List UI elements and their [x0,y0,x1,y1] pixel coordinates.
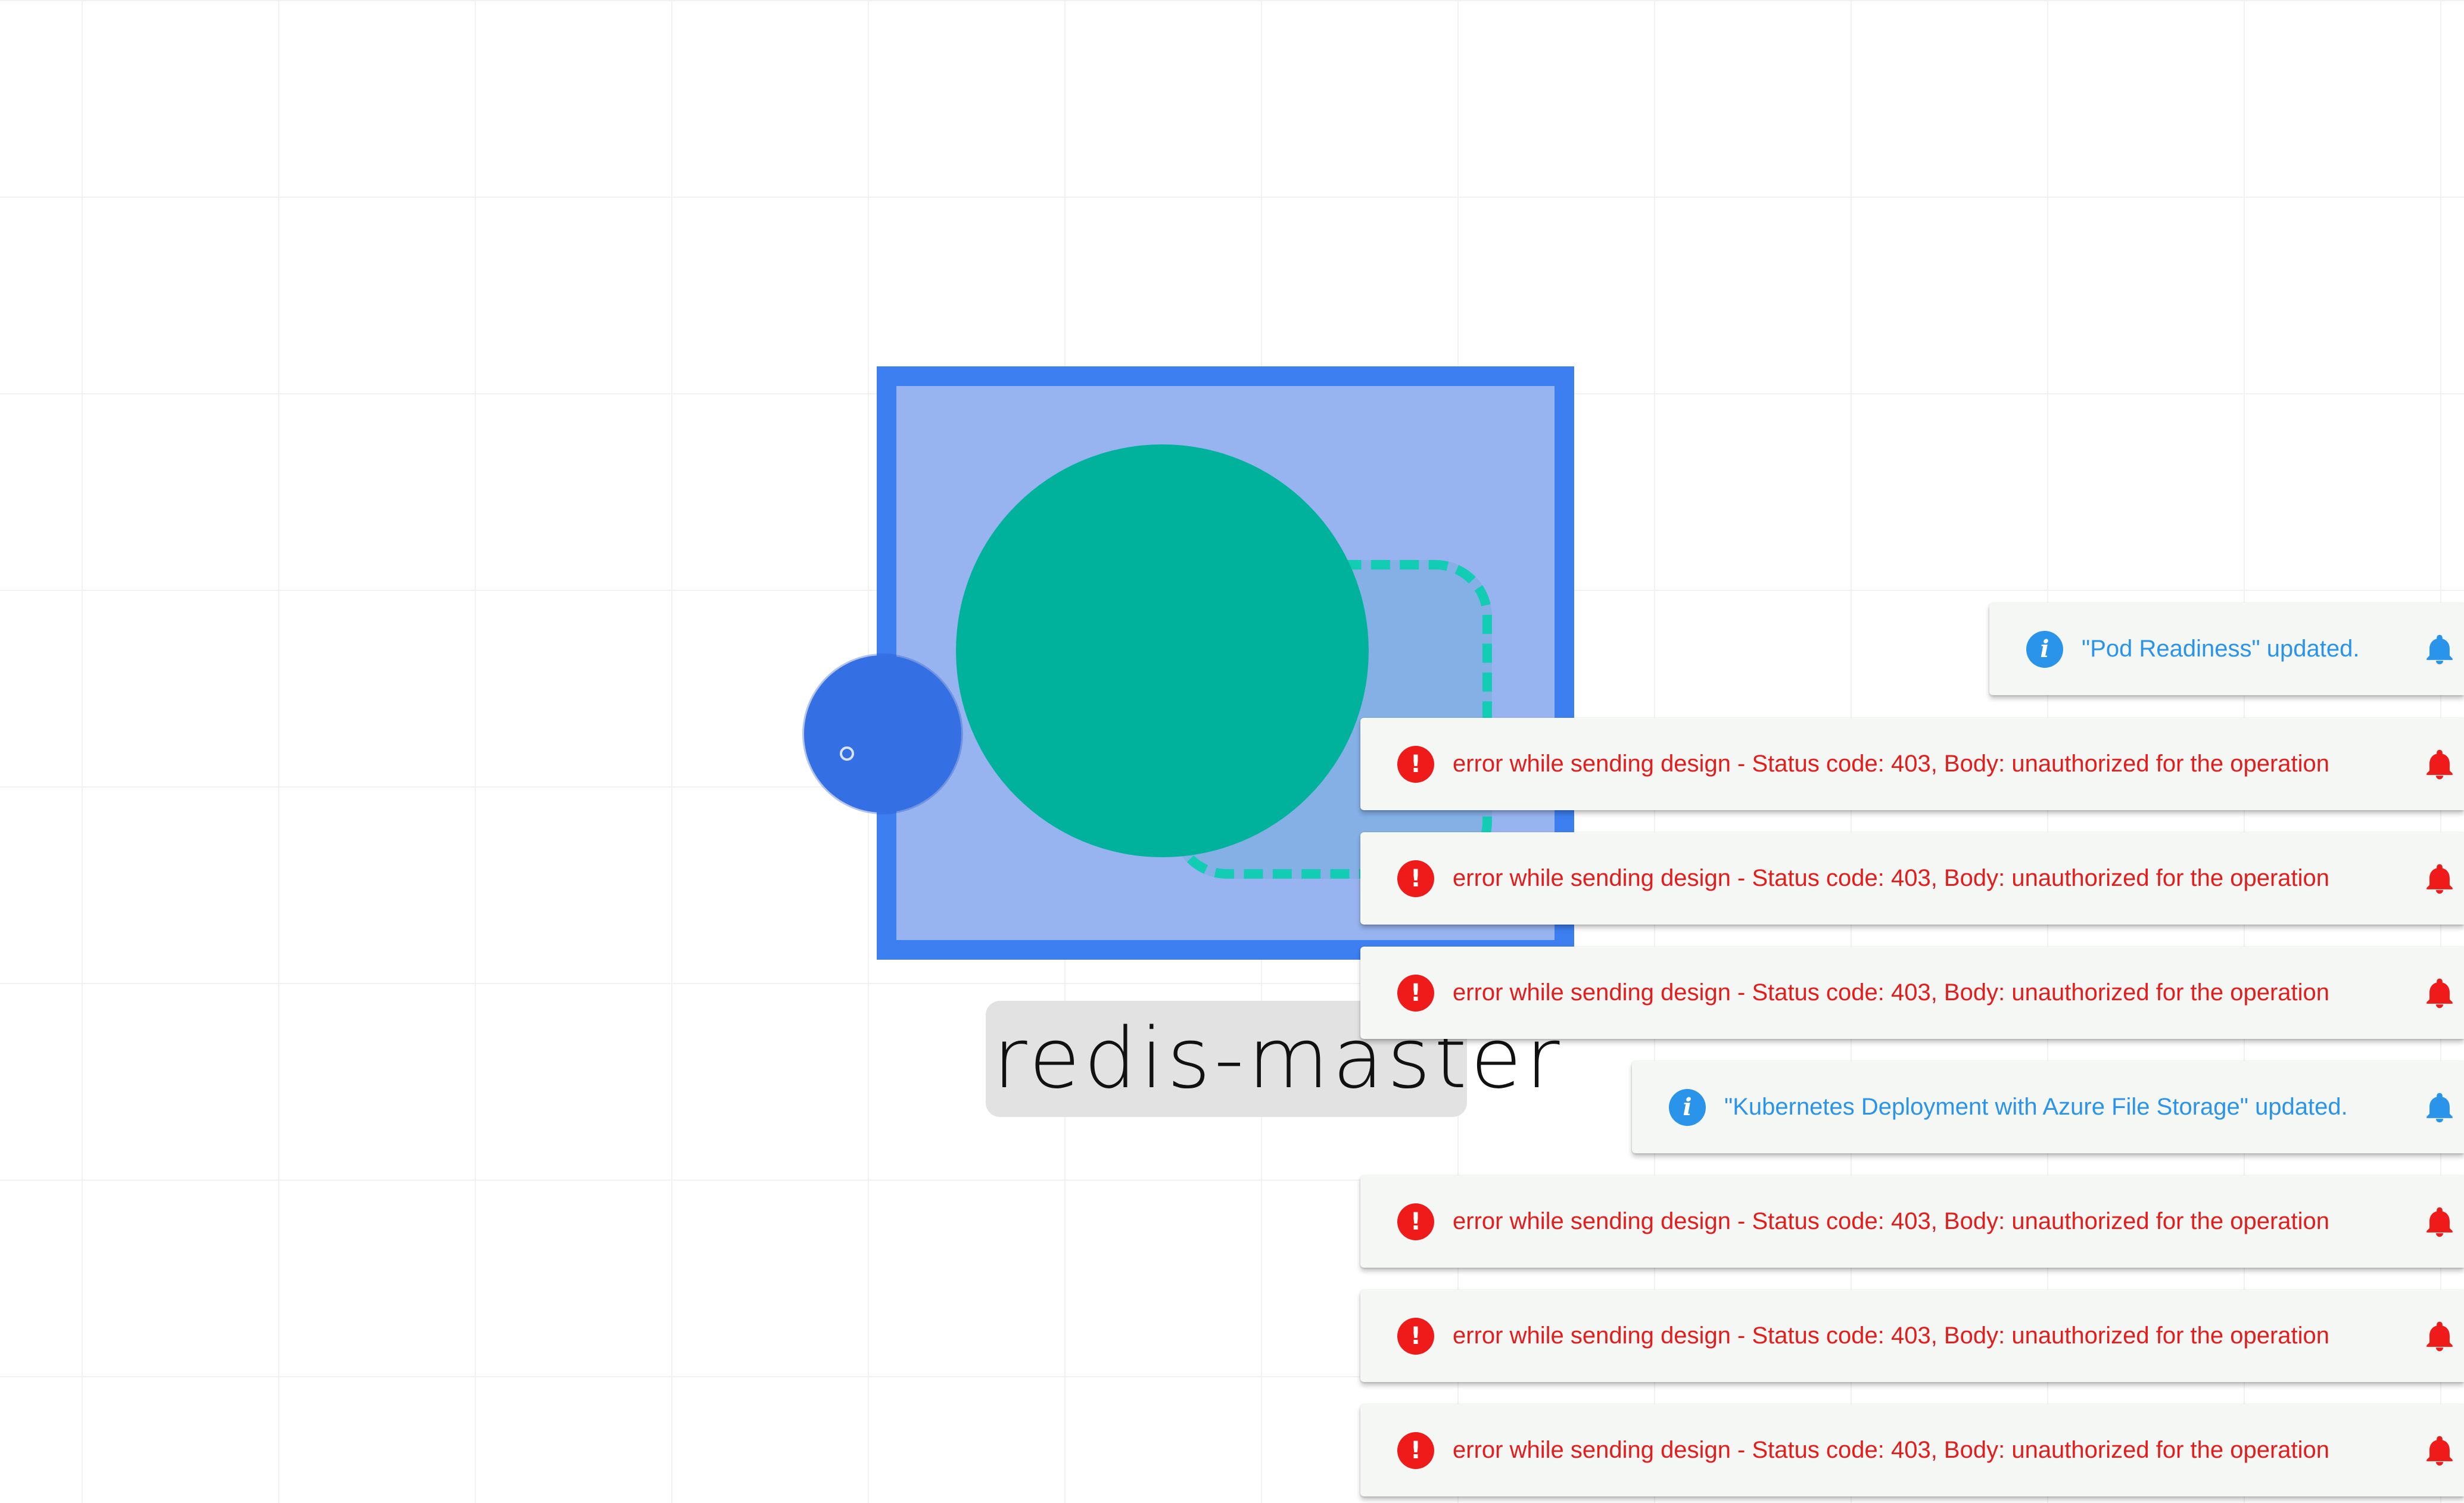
bell-icon[interactable] [2422,1320,2457,1354]
notification-message: "Kubernetes Deployment with Azure File S… [1724,1094,2348,1120]
info-icon: i [1669,1089,1706,1126]
error-icon: ! [1397,1318,1434,1355]
notification-message: error while sending design - Status code… [1453,751,2330,777]
notification-toast[interactable]: ! error while sending design - Status co… [1360,718,2464,810]
bell-icon[interactable] [2422,1091,2457,1125]
bell-icon[interactable] [2422,862,2457,897]
node-connection-handle[interactable] [804,655,961,813]
bell-icon[interactable] [2422,748,2457,782]
error-icon: ! [1397,1203,1434,1240]
error-icon: ! [1397,975,1434,1012]
notification-message: error while sending design - Status code… [1453,1322,2330,1349]
notification-message: "Pod Readiness" updated. [2082,636,2360,662]
notification-message: error while sending design - Status code… [1453,1437,2330,1463]
notification-toast[interactable]: i "Pod Readiness" updated. [1989,603,2464,695]
bell-icon[interactable] [2422,1205,2457,1240]
error-icon: ! [1397,1432,1434,1469]
error-icon: ! [1397,860,1434,897]
notification-message: error while sending design - Status code… [1453,865,2330,891]
bell-icon[interactable] [2422,976,2457,1011]
handle-dot [840,746,854,761]
design-canvas[interactable]: redis-master i "Pod Readiness" updated. … [0,0,2464,1503]
bell-icon[interactable] [2422,1434,2457,1468]
notification-message: error while sending design - Status code… [1453,979,2330,1006]
notification-toast[interactable]: ! error while sending design - Status co… [1360,1175,2464,1268]
node-circle-shape[interactable] [956,444,1369,857]
notification-toast[interactable]: ! error while sending design - Status co… [1360,1404,2464,1496]
error-icon: ! [1397,746,1434,783]
info-icon: i [2026,631,2063,668]
notification-toast[interactable]: ! error while sending design - Status co… [1360,832,2464,925]
bell-icon[interactable] [2422,633,2457,667]
notification-message: error while sending design - Status code… [1453,1208,2330,1234]
notification-toast[interactable]: ! error while sending design - Status co… [1360,947,2464,1039]
notification-toast[interactable]: ! error while sending design - Status co… [1360,1290,2464,1382]
notification-toast[interactable]: i "Kubernetes Deployment with Azure File… [1632,1061,2464,1153]
